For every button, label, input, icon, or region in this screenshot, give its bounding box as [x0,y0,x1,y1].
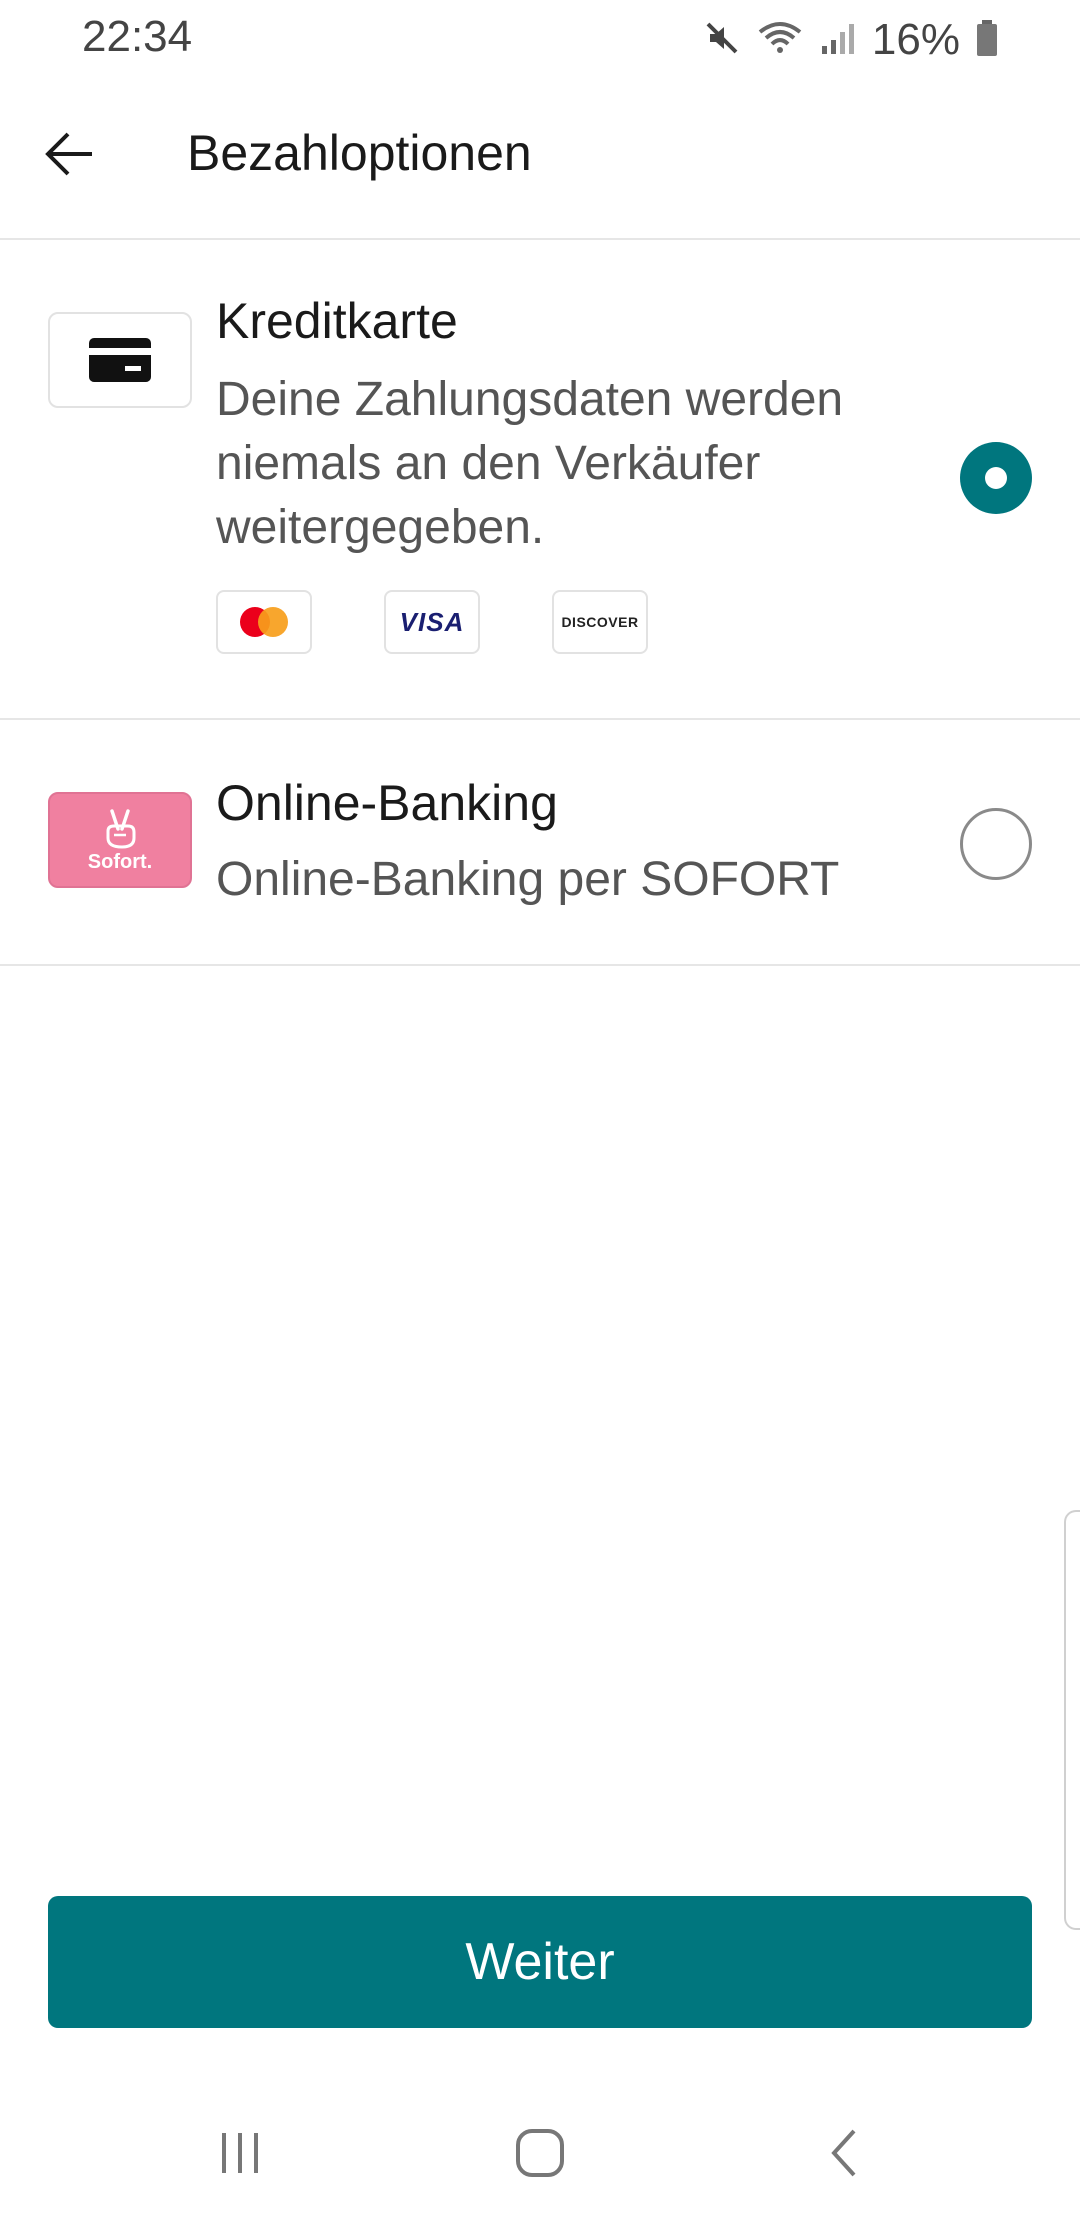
radio-credit-card-selected[interactable] [960,442,1032,514]
payment-option-title: Kreditkarte [216,293,458,349]
battery-percent: 16% [871,15,960,64]
sofort-logo-text: Sofort. [87,850,153,873]
app-bar: Bezahloptionen [0,80,1080,240]
page-title: Bezahloptionen [187,125,532,181]
system-nav-bar [0,2080,1080,2220]
recents-button[interactable] [200,2120,280,2190]
scroll-handle[interactable] [1064,1510,1080,1930]
continue-button[interactable]: Weiter [48,1896,1032,2028]
credit-card-icon [48,312,192,408]
arrow-left-icon [42,126,98,187]
nav-back-icon [824,2127,864,2184]
wifi-icon [756,18,804,63]
payment-option-description: Online-Banking per SOFORT [216,853,840,906]
card-brand-logos: VISA DISCOVER [216,590,648,654]
recents-icon [216,2129,264,2182]
home-icon [514,2127,566,2184]
battery-icon [974,18,1000,63]
mastercard-logo [216,590,312,654]
status-time: 22:34 [82,12,193,61]
radio-online-banking[interactable] [960,808,1032,880]
home-button[interactable] [500,2120,580,2190]
payment-option-credit-card[interactable]: Kreditkarte Deine Zahlungsdaten werden n… [0,240,1080,720]
back-button[interactable] [30,116,110,196]
payment-option-online-banking[interactable]: Sofort. Online-Banking Online-Banking pe… [0,720,1080,966]
discover-logo: DISCOVER [552,590,648,654]
nav-back-button[interactable] [804,2120,884,2190]
signal-icon [818,18,858,63]
status-icons: 16% [702,12,1000,68]
mute-icon [702,18,742,63]
visa-logo: VISA [384,590,480,654]
payment-option-description: Deine Zahlungsdaten werden niemals an de… [216,373,844,554]
status-bar: 22:34 16% [0,0,1080,80]
payment-option-title: Online-Banking [216,775,558,831]
victory-hand-icon [106,808,136,849]
sofort-logo: Sofort. [48,792,192,888]
